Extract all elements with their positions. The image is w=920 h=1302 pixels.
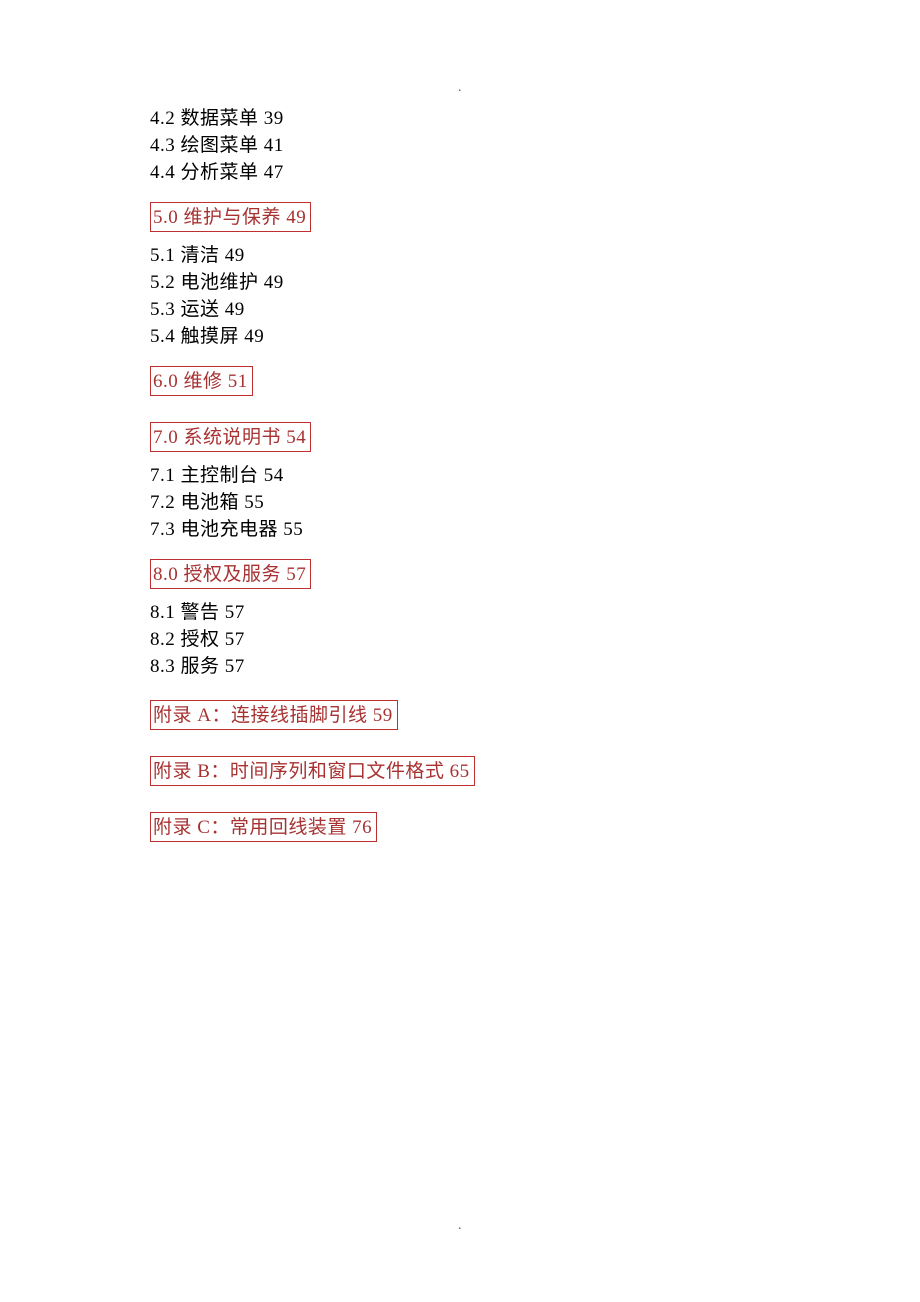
appendix-c: 附录 C：常用回线装置 76 bbox=[150, 794, 820, 850]
appendix-heading-b: 附录 B：时间序列和窗口文件格式 65 bbox=[150, 756, 475, 786]
section-6: 6.0 维修 51 bbox=[150, 352, 820, 406]
section-heading-6: 6.0 维修 51 bbox=[150, 366, 253, 396]
appendix-heading-a: 附录 A：连接线插脚引线 59 bbox=[150, 700, 398, 730]
toc-entry: 8.2 授权 57 bbox=[150, 626, 820, 653]
toc-entry: 5.3 运送 49 bbox=[150, 296, 820, 323]
page-marker-top: . bbox=[458, 80, 462, 96]
toc-entry: 5.2 电池维护 49 bbox=[150, 269, 820, 296]
toc-entry: 4.3 绘图菜单 41 bbox=[150, 132, 820, 159]
appendix-b: 附录 B：时间序列和窗口文件格式 65 bbox=[150, 738, 820, 794]
toc-entry: 8.1 警告 57 bbox=[150, 599, 820, 626]
section-8: 8.0 授权及服务 57 8.1 警告 57 8.2 授权 57 8.3 服务 … bbox=[150, 545, 820, 680]
section-4-items: 4.2 数据菜单 39 4.3 绘图菜单 41 4.4 分析菜单 47 bbox=[150, 105, 820, 186]
toc-entry: 4.4 分析菜单 47 bbox=[150, 159, 820, 186]
toc-entry: 8.3 服务 57 bbox=[150, 653, 820, 680]
toc-entry: 7.2 电池箱 55 bbox=[150, 489, 820, 516]
section-heading-5: 5.0 维护与保养 49 bbox=[150, 202, 311, 232]
section-5: 5.0 维护与保养 49 5.1 清洁 49 5.2 电池维护 49 5.3 运… bbox=[150, 188, 820, 350]
toc-entry: 4.2 数据菜单 39 bbox=[150, 105, 820, 132]
toc-entry: 5.4 触摸屏 49 bbox=[150, 323, 820, 350]
page-marker-bottom: . bbox=[458, 1218, 462, 1234]
appendix-heading-c: 附录 C：常用回线装置 76 bbox=[150, 812, 377, 842]
toc-entry: 7.1 主控制台 54 bbox=[150, 462, 820, 489]
section-heading-8: 8.0 授权及服务 57 bbox=[150, 559, 311, 589]
appendix-a: 附录 A：连接线插脚引线 59 bbox=[150, 682, 820, 738]
toc-entry: 5.1 清洁 49 bbox=[150, 242, 820, 269]
toc-page: 4.2 数据菜单 39 4.3 绘图菜单 41 4.4 分析菜单 47 5.0 … bbox=[0, 0, 920, 850]
section-7: 7.0 系统说明书 54 7.1 主控制台 54 7.2 电池箱 55 7.3 … bbox=[150, 408, 820, 543]
section-heading-7: 7.0 系统说明书 54 bbox=[150, 422, 311, 452]
toc-entry: 7.3 电池充电器 55 bbox=[150, 516, 820, 543]
